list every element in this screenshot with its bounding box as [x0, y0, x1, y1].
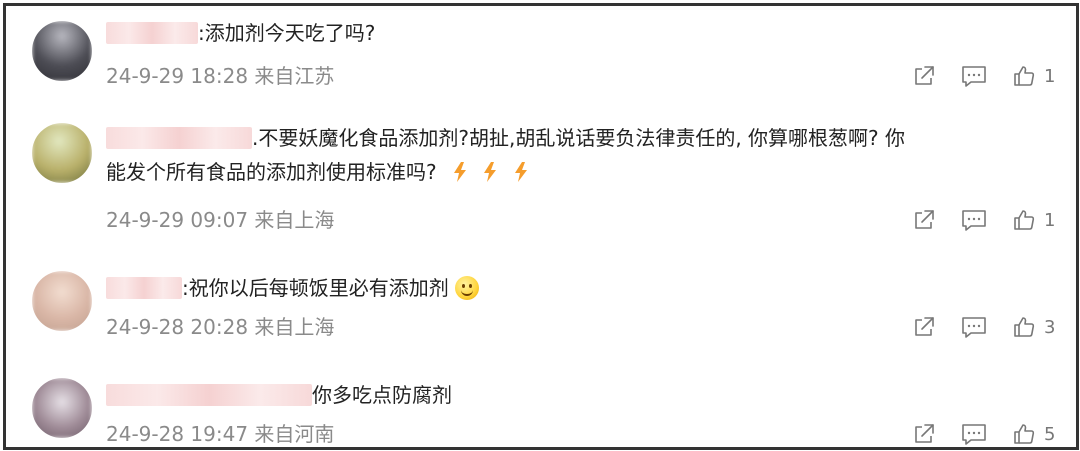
comment-content: 你多吃点防腐剂: [106, 378, 1050, 412]
comment-location: 来自江苏: [254, 64, 335, 88]
fire-emoji: [453, 158, 467, 192]
comment-actions: 1: [887, 206, 1056, 234]
thumbs-up-icon: [1014, 66, 1035, 86]
comment-actions: 3: [887, 313, 1056, 341]
comment-icon: [962, 66, 986, 87]
comment-text: :祝你以后每顿饭里必有添加剂: [182, 276, 449, 300]
comment-button[interactable]: [961, 315, 987, 339]
comment-actions: 1: [887, 62, 1056, 90]
comment-item: :添加剂今天吃了吗? 24-9-29 18:28 来自江苏 1: [6, 16, 1076, 111]
comment-item: 你多吃点防腐剂 24-9-28 19:47 来自河南 5: [6, 378, 1076, 447]
username-blurred[interactable]: [106, 22, 198, 44]
comment-meta: 24-9-29 18:28 来自江苏: [106, 62, 334, 90]
like-button[interactable]: 1: [1012, 64, 1056, 88]
comment-meta: 24-9-28 19:47 来自河南: [106, 420, 335, 447]
comment-line: 你多吃点防腐剂: [106, 378, 1050, 412]
comment-icon: [962, 210, 986, 231]
like-count: 1: [1044, 209, 1056, 231]
avatar[interactable]: [32, 271, 92, 331]
comment-button[interactable]: [961, 422, 987, 446]
fire-emoji: [514, 158, 528, 192]
username-blurred[interactable]: [106, 127, 252, 149]
comment-button[interactable]: [961, 64, 987, 88]
comment-location: 来自上海: [254, 208, 335, 232]
comment-line: :添加剂今天吃了吗?: [106, 16, 1050, 50]
fire-emoji: [483, 158, 497, 192]
comment-list: :添加剂今天吃了吗? 24-9-29 18:28 来自江苏 1 .不要妖魔化食品…: [3, 3, 1079, 450]
share-icon: [915, 66, 934, 85]
share-button[interactable]: [912, 64, 936, 88]
thumbs-up-icon: [1014, 317, 1035, 337]
comment-meta: 24-9-28 20:28 来自上海: [106, 313, 334, 341]
comment-text: :添加剂今天吃了吗?: [198, 21, 376, 45]
comment-content: :添加剂今天吃了吗?: [106, 16, 1050, 50]
comment-meta: 24-9-29 09:07 来自上海: [106, 206, 334, 234]
comment-location: 来自上海: [254, 315, 335, 339]
avatar[interactable]: [32, 123, 92, 183]
comment-icon: [962, 424, 986, 445]
share-icon: [915, 424, 934, 443]
comment-line: .不要妖魔化食品添加剂?胡扯,胡乱说话要负法律责任的, 你算哪根葱啊? 你: [106, 121, 1050, 155]
like-button[interactable]: 1: [1012, 208, 1056, 232]
comment-content: :祝你以后每顿饭里必有添加剂: [106, 271, 1050, 305]
comment-location: 来自河南: [254, 422, 335, 446]
avatar[interactable]: [32, 21, 92, 81]
smile-emoji: [455, 276, 480, 300]
comment-actions: 5: [887, 420, 1056, 447]
like-count: 1: [1044, 65, 1056, 87]
share-icon: [915, 210, 934, 229]
comment-text: .不要妖魔化食品添加剂?胡扯,胡乱说话要负法律责任的, 你算哪根葱啊? 你: [252, 126, 906, 150]
share-button[interactable]: [912, 315, 936, 339]
share-icon: [915, 317, 934, 336]
comment-button[interactable]: [961, 208, 987, 232]
comment-line: 能发个所有食品的添加剂使用标准吗?: [106, 155, 1050, 192]
comment-icon: [962, 317, 986, 338]
comment-time: 24-9-28 19:47: [106, 422, 249, 446]
comment-line: :祝你以后每顿饭里必有添加剂: [106, 271, 1050, 305]
avatar[interactable]: [32, 378, 92, 438]
comment-item: .不要妖魔化食品添加剂?胡扯,胡乱说话要负法律责任的, 你算哪根葱啊? 你 能发…: [6, 121, 1076, 241]
like-count: 3: [1044, 316, 1056, 338]
username-blurred[interactable]: [106, 384, 312, 406]
share-button[interactable]: [912, 208, 936, 232]
username-blurred[interactable]: [106, 277, 182, 299]
thumbs-up-icon: [1014, 424, 1035, 444]
like-button[interactable]: 5: [1012, 422, 1056, 446]
comment-text: 你多吃点防腐剂: [312, 383, 452, 407]
comment-item: :祝你以后每顿饭里必有添加剂 24-9-28 20:28 来自上海 3: [6, 271, 1076, 356]
like-count: 5: [1044, 423, 1056, 445]
comment-time: 24-9-28 20:28: [106, 315, 249, 339]
thumbs-up-icon: [1014, 210, 1035, 230]
comment-content: .不要妖魔化食品添加剂?胡扯,胡乱说话要负法律责任的, 你算哪根葱啊? 你 能发…: [106, 121, 1050, 192]
comment-time: 24-9-29 09:07: [106, 208, 249, 232]
like-button[interactable]: 3: [1012, 315, 1056, 339]
comment-text-continued: 能发个所有食品的添加剂使用标准吗?: [106, 160, 437, 184]
comment-time: 24-9-29 18:28: [106, 64, 249, 88]
share-button[interactable]: [912, 422, 936, 446]
